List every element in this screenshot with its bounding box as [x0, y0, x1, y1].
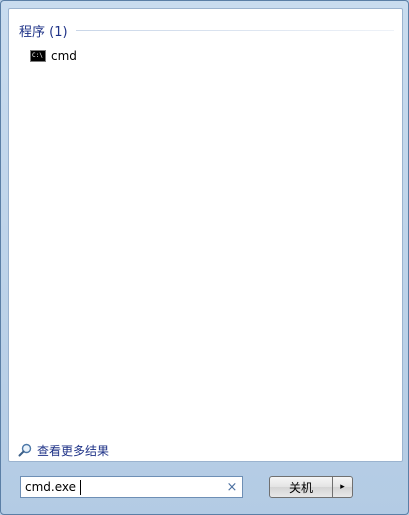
- cmd-console-icon: C:\: [30, 50, 46, 62]
- text-caret: [80, 480, 81, 495]
- shutdown-button[interactable]: 关机: [269, 476, 333, 498]
- clear-search-button[interactable]: ×: [222, 477, 242, 497]
- see-more-results-link[interactable]: 查看更多结果: [18, 441, 109, 459]
- see-more-label: 查看更多结果: [37, 443, 110, 458]
- magnifier-icon: [18, 443, 32, 457]
- search-input[interactable]: [21, 478, 222, 496]
- results-group-header: 程序 (1): [19, 21, 394, 40]
- search-box[interactable]: ×: [20, 476, 243, 498]
- shutdown-options-arrow-icon[interactable]: ▸: [333, 476, 353, 498]
- shutdown-group: 关机 ▸: [269, 476, 353, 498]
- result-item-cmd[interactable]: C:\ cmd: [28, 46, 85, 66]
- result-item-label: cmd: [51, 49, 77, 63]
- search-results-panel: 程序 (1) C:\ cmd 查看更多结果: [8, 8, 403, 462]
- group-title: 程序 (1): [19, 24, 68, 40]
- group-divider: [75, 29, 394, 31]
- start-menu-frame: 程序 (1) C:\ cmd 查看更多结果 × 关机 ▸: [0, 0, 409, 515]
